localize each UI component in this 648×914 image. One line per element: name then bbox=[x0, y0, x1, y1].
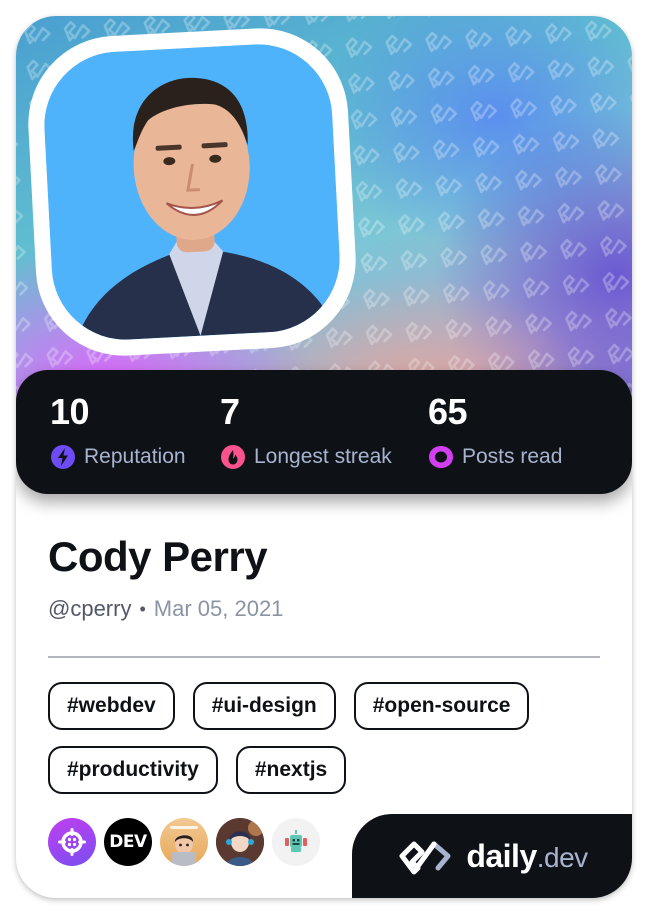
anime-avatar bbox=[216, 818, 264, 866]
tag-nextjs[interactable]: #nextjs bbox=[235, 746, 347, 794]
tag-webdev[interactable]: #webdev bbox=[48, 682, 175, 730]
crosshair-icon bbox=[58, 828, 86, 856]
ring-icon bbox=[428, 444, 454, 470]
devcard: 10 Reputation 7 Longest streak 65 Posts … bbox=[16, 16, 632, 898]
divider bbox=[48, 656, 600, 658]
profile-handle[interactable]: @cperry bbox=[48, 594, 131, 624]
stat-streak: 7 Longest streak bbox=[220, 390, 392, 470]
memoji-avatar bbox=[170, 826, 198, 866]
tag-list: #webdev #ui-design #open-source #product… bbox=[48, 682, 608, 794]
stat-streak-value: 7 bbox=[220, 391, 240, 432]
anime-gamer-source[interactable] bbox=[216, 818, 264, 866]
brand-name: daily.dev bbox=[466, 837, 588, 875]
profile-meta: @cperry • Mar 05, 2021 bbox=[48, 594, 283, 624]
stat-posts-read: 65 Posts read bbox=[428, 390, 562, 470]
joined-date: Mar 05, 2021 bbox=[153, 596, 284, 621]
crosshair-source[interactable] bbox=[48, 818, 96, 866]
brand-name-suffix: .dev bbox=[536, 841, 588, 873]
stat-reputation: 10 Reputation bbox=[50, 390, 186, 470]
profile-avatar[interactable] bbox=[40, 40, 344, 344]
flame-icon bbox=[220, 444, 246, 470]
lightning-icon bbox=[50, 444, 76, 470]
robot-icon bbox=[285, 830, 307, 852]
dev-logo: DEV bbox=[109, 832, 147, 852]
source-list: DEV bbox=[48, 818, 320, 866]
profile-photo bbox=[40, 40, 344, 344]
profile-name: Cody Perry bbox=[48, 533, 268, 580]
stat-streak-label: Longest streak bbox=[254, 445, 392, 468]
stat-reputation-value: 10 bbox=[50, 391, 90, 432]
daily-dev-logo-icon bbox=[399, 841, 451, 875]
dev-to-source[interactable]: DEV bbox=[104, 818, 152, 866]
meta-separator: • bbox=[139, 599, 146, 619]
stat-posts-read-label: Posts read bbox=[462, 445, 563, 468]
tag-ui-design[interactable]: #ui-design bbox=[192, 682, 336, 730]
stats-bar: 10 Reputation 7 Longest streak 65 Posts … bbox=[16, 370, 632, 494]
memoji-source[interactable] bbox=[160, 818, 208, 866]
tag-open-source[interactable]: #open-source bbox=[353, 682, 530, 730]
avatar-frame bbox=[23, 23, 361, 361]
stat-reputation-label: Reputation bbox=[84, 445, 186, 468]
tag-productivity[interactable]: #productivity bbox=[48, 746, 218, 794]
robot-source[interactable] bbox=[272, 818, 320, 866]
brand-name-main: daily bbox=[466, 837, 537, 874]
daily-dev-branding: daily.dev bbox=[352, 814, 632, 898]
stat-posts-read-value: 65 bbox=[428, 391, 468, 432]
